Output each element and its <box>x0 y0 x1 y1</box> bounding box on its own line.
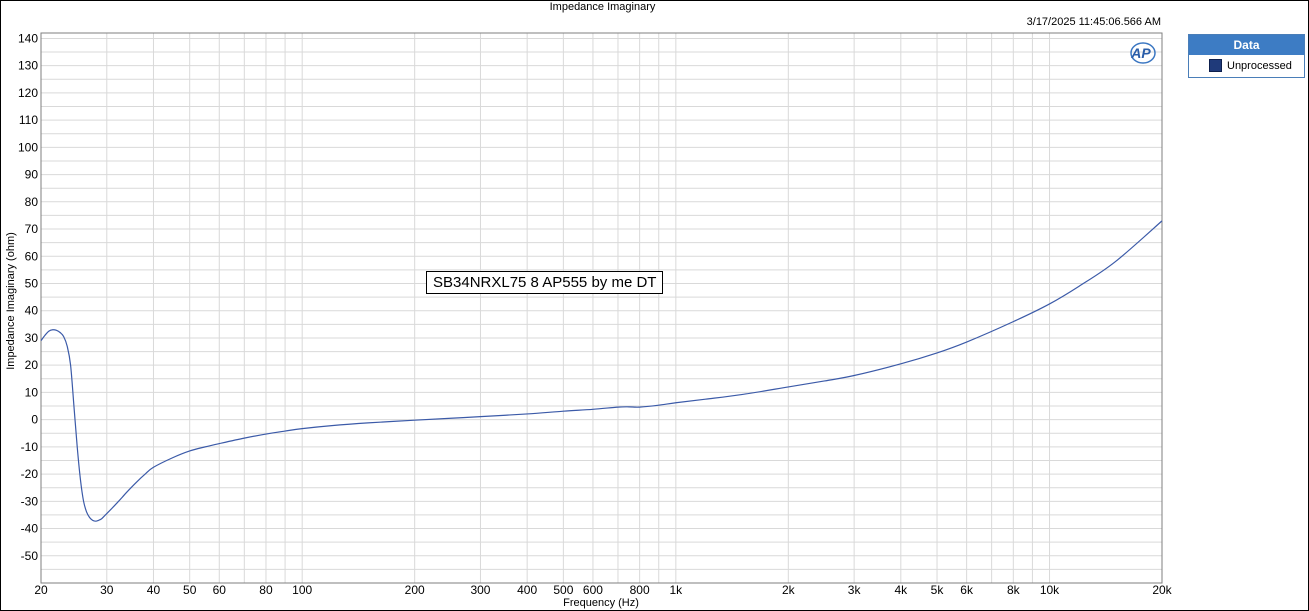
x-tick-label: 80 <box>259 583 273 597</box>
y-tick-label: 30 <box>25 331 39 345</box>
y-tick-label: -50 <box>21 549 39 563</box>
y-tick-label: 120 <box>18 86 38 100</box>
x-tick-label: 10k <box>1040 583 1060 597</box>
axes <box>40 32 1163 584</box>
y-tick-label: 80 <box>25 195 39 209</box>
x-tick-label: 1k <box>670 583 684 597</box>
x-tick-label: 30 <box>100 583 114 597</box>
y-tick-label: 0 <box>31 413 38 427</box>
y-tick-label: 20 <box>25 358 39 372</box>
x-tick-label: 60 <box>213 583 227 597</box>
x-axis-label: Frequency (Hz) <box>563 597 639 609</box>
x-tick-label: 500 <box>553 583 573 597</box>
plot-border <box>40 32 1163 584</box>
grid <box>40 33 1163 584</box>
x-tick-label: 40 <box>147 583 161 597</box>
y-tick-label: -10 <box>21 440 39 454</box>
y-tick-label: -20 <box>21 467 39 481</box>
tick-labels: 1401301201101009080706050403020100-10-20… <box>18 31 1173 597</box>
chart-annotation[interactable]: SB34NRXL75 8 AP555 by me DT <box>426 271 664 294</box>
y-tick-label: 100 <box>18 140 38 154</box>
x-tick-label: 600 <box>583 583 603 597</box>
svg-text:AP: AP <box>1130 45 1151 61</box>
chart-plot: 1401301201101009080706050403020100-10-20… <box>5 31 1173 609</box>
x-tick-label: 300 <box>470 583 490 597</box>
y-tick-label: 140 <box>18 31 38 45</box>
series-line-unprocessed <box>40 220 1163 522</box>
y-tick-label: -30 <box>21 494 39 508</box>
y-tick-label: 60 <box>25 249 39 263</box>
y-tick-label: 50 <box>25 276 39 290</box>
legend-item-label: Unprocessed <box>1227 59 1292 72</box>
x-tick-label: 100 <box>292 583 312 597</box>
x-tick-label: 3k <box>848 583 862 597</box>
x-tick-label: 200 <box>405 583 425 597</box>
y-axis-label: Impedance Imaginary (ohm) <box>5 232 17 370</box>
x-tick-label: 50 <box>183 583 197 597</box>
x-tick-label: 5k <box>931 583 945 597</box>
y-tick-label: -40 <box>21 522 39 536</box>
x-tick-label: 6k <box>960 583 974 597</box>
x-tick-label: 800 <box>630 583 650 597</box>
y-tick-label: 90 <box>25 168 39 182</box>
x-tick-label: 20 <box>34 583 48 597</box>
x-tick-label: 4k <box>894 583 908 597</box>
y-tick-label: 110 <box>19 113 38 127</box>
series-group <box>40 220 1163 522</box>
x-tick-label: 20k <box>1152 583 1172 597</box>
x-tick-label: 400 <box>517 583 537 597</box>
legend-swatch <box>1209 59 1222 72</box>
y-tick-label: 40 <box>25 304 39 318</box>
x-tick-label: 2k <box>782 583 796 597</box>
y-tick-label: 10 <box>25 385 39 399</box>
legend-header: Data <box>1189 35 1304 55</box>
legend-item[interactable]: Unprocessed <box>1189 55 1304 76</box>
ap-logo-icon: AP <box>1128 41 1156 65</box>
legend: Data Unprocessed <box>1188 34 1305 78</box>
x-tick-label: 8k <box>1007 583 1021 597</box>
y-tick-label: 130 <box>18 59 38 73</box>
y-tick-label: 70 <box>25 222 39 236</box>
